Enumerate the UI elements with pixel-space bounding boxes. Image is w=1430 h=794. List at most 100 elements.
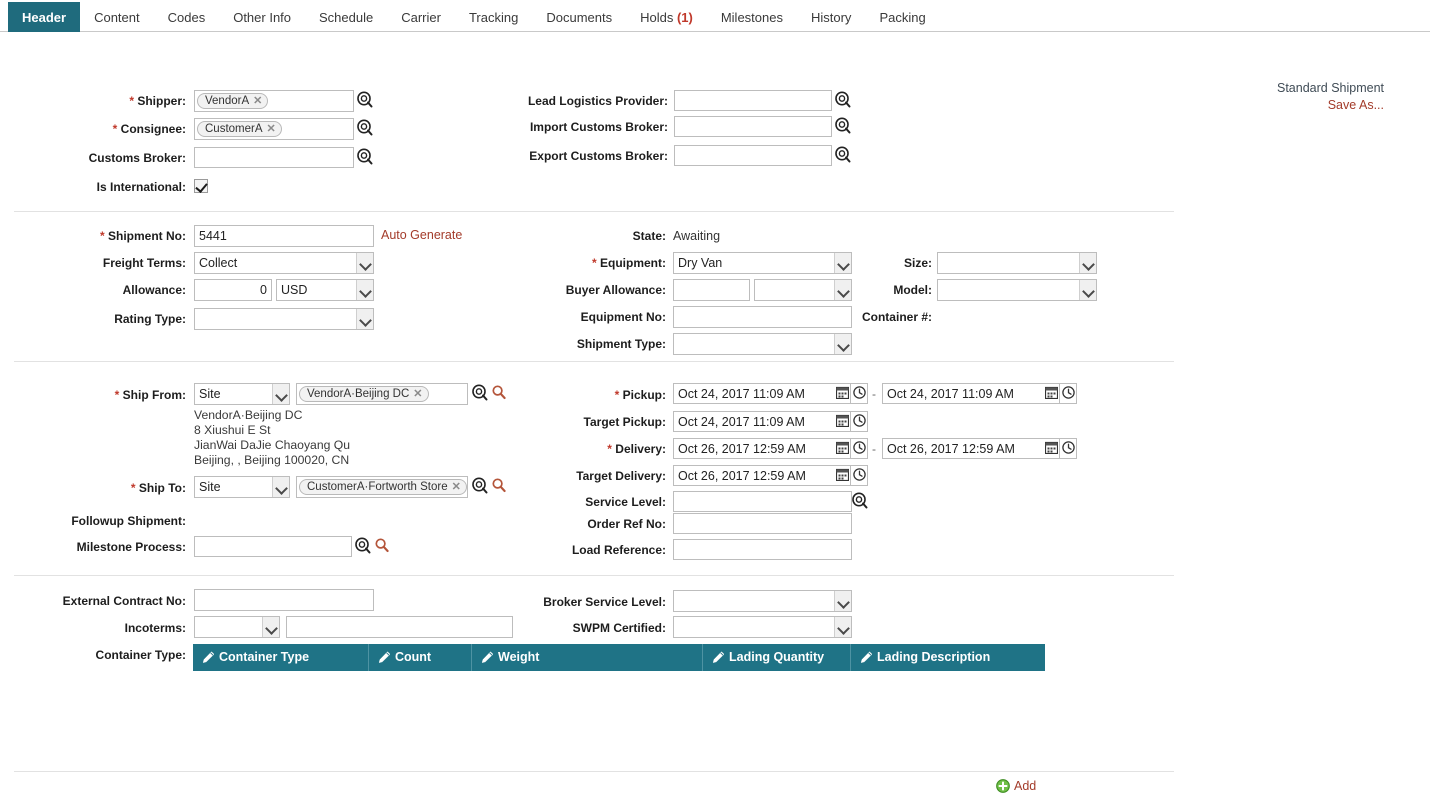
customs-broker-input[interactable] [194,147,354,168]
pickup-to-input[interactable] [882,383,1044,404]
tab-header[interactable]: Header [8,2,81,32]
add-label: Add [1014,779,1037,793]
chevron-down-icon [272,384,289,404]
ship-to-input[interactable]: CustomerA·Fortworth Store ✕ [296,476,468,498]
milestone-process-input[interactable] [194,536,352,557]
tab-codes[interactable]: Codes [154,2,220,32]
pickup-from-clock-icon[interactable] [851,383,868,404]
target-delivery-clock-icon[interactable] [851,465,868,486]
rating-type-select[interactable] [194,308,374,330]
ship-to-lookup-icon[interactable] [472,477,488,494]
milestone-process-search-icon[interactable] [375,538,389,555]
save-as-link[interactable]: Save As... [1277,97,1384,114]
pencil-icon [378,651,391,663]
delivery-from-clock-icon[interactable] [851,438,868,459]
ship-from-chip-remove-icon[interactable]: ✕ [413,387,422,402]
import-customs-broker-lookup-icon[interactable] [835,117,851,134]
grid-column-header[interactable]: Lading Description [851,644,1045,671]
shipper-chip[interactable]: VendorA ✕ [197,93,269,109]
tab-milestones[interactable]: Milestones [707,2,797,32]
ship-to-type-select[interactable]: Site [194,476,290,498]
delivery-from-calendar-icon[interactable] [834,438,851,459]
tab-schedule[interactable]: Schedule [305,2,387,32]
broker-service-level-label: Broker Service Level: [543,595,666,609]
ship-from-type-select[interactable]: Site [194,383,290,405]
tab-tracking[interactable]: Tracking [455,2,532,32]
chevron-down-icon [834,334,851,354]
equipment-no-input[interactable] [673,306,852,328]
pickup-to-clock-icon[interactable] [1060,383,1077,404]
ship-from-input[interactable]: VendorA·Beijing DC ✕ [296,383,468,405]
tab-label: Schedule [319,10,374,25]
lead-logistics-provider-input[interactable] [674,90,832,111]
tab-content[interactable]: Content [80,2,154,32]
consignee-chip-remove-icon[interactable]: ✕ [267,122,276,137]
load-reference-input[interactable] [673,539,852,560]
grid-column-header[interactable]: Count [369,644,472,671]
tab-other-info[interactable]: Other Info [219,2,305,32]
broker-service-level-select[interactable] [673,590,852,612]
buyer-allowance-input[interactable] [673,279,750,301]
external-contract-no-input[interactable] [194,589,374,611]
is-international-checkbox[interactable] [194,179,208,193]
target-pickup-input[interactable] [673,411,835,432]
service-level-input[interactable] [673,491,852,512]
grid-column-header[interactable]: Lading Quantity [703,644,851,671]
grid-column-label: Lading Quantity [729,650,825,664]
shipper-input[interactable]: VendorA ✕ [194,90,354,112]
add-container-row-button[interactable]: Add [996,779,1036,793]
tab-documents[interactable]: Documents [532,2,626,32]
import-customs-broker-input[interactable] [674,116,832,137]
tab-packing[interactable]: Packing [865,2,939,32]
consignee-chip[interactable]: CustomerA ✕ [197,121,282,137]
tab-holds[interactable]: Holds (1) [626,2,707,32]
tab-history[interactable]: History [797,2,865,32]
pickup-from-input[interactable] [673,383,835,404]
shipment-no-input[interactable] [194,225,374,247]
grid-column-header[interactable]: Container Type [193,644,369,671]
freight-terms-select[interactable]: Collect [194,252,374,274]
target-pickup-calendar-icon[interactable] [834,411,851,432]
service-level-lookup-icon[interactable] [852,492,868,509]
tab-label: Carrier [401,10,441,25]
consignee-lookup-icon[interactable] [357,119,373,136]
tab-label: Holds [640,10,674,25]
allowance-currency-select[interactable]: USD [276,279,374,301]
buyer-allowance-currency-select[interactable] [754,279,852,301]
delivery-to-calendar-icon[interactable] [1043,438,1060,459]
ship-from-chip[interactable]: VendorA·Beijing DC ✕ [299,386,429,402]
ship-from-lookup-icon[interactable] [472,384,488,401]
delivery-to-input[interactable] [882,438,1044,459]
target-delivery-input[interactable] [673,465,835,486]
allowance-input[interactable] [194,279,272,301]
milestone-process-lookup-icon[interactable] [355,537,371,554]
incoterms-text-input[interactable] [286,616,513,638]
consignee-input[interactable]: CustomerA ✕ [194,118,354,140]
export-customs-broker-lookup-icon[interactable] [835,146,851,163]
incoterms-code-select[interactable] [194,616,280,638]
order-ref-no-input[interactable] [673,513,852,534]
tab-label: Header [22,10,67,25]
tab-carrier[interactable]: Carrier [387,2,455,32]
equipment-select[interactable]: Dry Van [673,252,852,274]
delivery-to-clock-icon[interactable] [1060,438,1077,459]
shipment-profile-name: Standard Shipment [1276,81,1384,95]
shipment-type-select[interactable] [673,333,852,355]
shipper-lookup-icon[interactable] [357,91,373,108]
ship-to-chip[interactable]: CustomerA·Fortworth Store ✕ [299,479,467,495]
lead-logistics-provider-lookup-icon[interactable] [835,91,851,108]
model-select[interactable] [937,279,1097,301]
customs-broker-lookup-icon[interactable] [357,148,373,165]
delivery-from-input[interactable] [673,438,835,459]
swpm-certified-select[interactable] [673,616,852,638]
target-pickup-clock-icon[interactable] [851,411,868,432]
ship-to-chip-remove-icon[interactable]: ✕ [452,480,461,495]
shipper-chip-remove-icon[interactable]: ✕ [253,94,262,109]
size-select[interactable] [937,252,1097,274]
target-delivery-calendar-icon[interactable] [834,465,851,486]
auto-generate-link[interactable]: Auto Generate [381,225,462,245]
export-customs-broker-input[interactable] [674,145,832,166]
pickup-from-calendar-icon[interactable] [834,383,851,404]
grid-column-header[interactable]: Weight [472,644,703,671]
pickup-to-calendar-icon[interactable] [1043,383,1060,404]
